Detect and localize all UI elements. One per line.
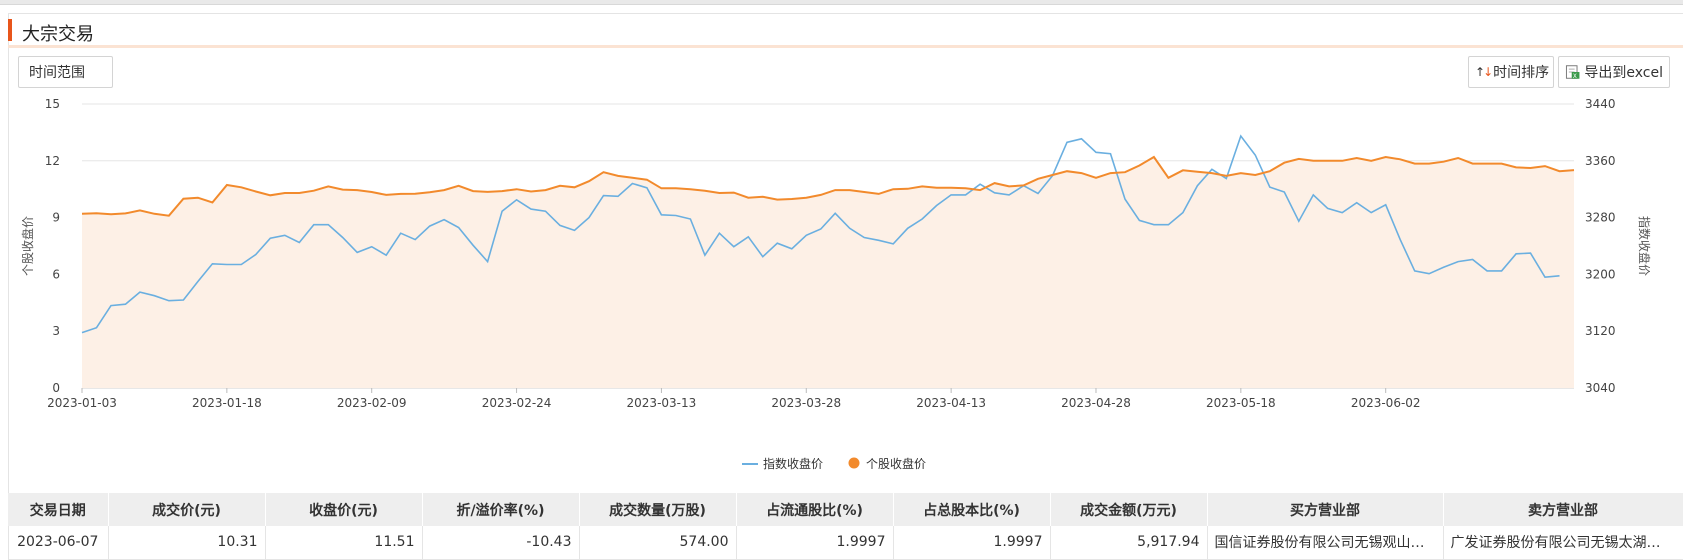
cell-trade-date: 2023-06-07 — [8, 526, 109, 560]
x-axis-tick: 2023-01-18 — [192, 396, 262, 410]
col-header-premium-rate[interactable]: 折/溢价率(%) — [422, 493, 580, 526]
x-axis-tick: 2023-06-02 — [1351, 396, 1421, 410]
block-trade-table: 交易日期 成交价(元) 收盘价(元) 折/溢价率(%) 成交数量(万股) 占流通… — [8, 493, 1683, 560]
col-header-close-price[interactable]: 收盘价(元) — [265, 493, 423, 526]
price-chart: 0 3 6 9 12 15 3040 3120 3200 3280 3360 3440 2023-01-… — [20, 97, 1652, 471]
left-axis-tick: 15 — [45, 97, 60, 111]
col-header-volume[interactable]: 成交数量(万股) — [579, 493, 737, 526]
legend-item-stock[interactable]: 个股收盘价 — [848, 456, 927, 471]
right-axis-tick: 3200 — [1585, 267, 1616, 281]
cell-volume: 574.00 — [579, 526, 737, 560]
time-range-button[interactable]: 时间范围 — [18, 56, 113, 88]
col-header-total-ratio[interactable]: 占总股本比(%) — [893, 493, 1051, 526]
cell-trade-price: 10.31 — [108, 526, 266, 560]
left-axis-tick: 3 — [52, 324, 60, 338]
right-axis-tick: 3040 — [1585, 381, 1616, 395]
legend-stock-label: 个股收盘价 — [866, 456, 926, 471]
cell-total-ratio: 1.9997 — [893, 526, 1051, 560]
col-header-buyer[interactable]: 买方营业部 — [1207, 493, 1444, 526]
col-header-amount[interactable]: 成交金额(万元) — [1050, 493, 1208, 526]
export-excel-button[interactable]: X 导出到excel — [1558, 56, 1670, 88]
top-border — [0, 0, 1683, 5]
x-axis-tick: 2023-04-13 — [916, 396, 986, 410]
cell-premium-rate: -10.43 — [422, 526, 580, 560]
col-header-seller[interactable]: 卖方营业部 — [1443, 493, 1683, 526]
right-axis-tick: 3440 — [1585, 97, 1616, 111]
svg-text:X: X — [1573, 74, 1577, 80]
time-sort-button[interactable]: ↑↓ 时间排序 — [1468, 56, 1554, 88]
x-axis-tick: 2023-01-03 — [47, 396, 117, 410]
right-axis-tick: 3120 — [1585, 324, 1616, 338]
x-axis-tick: 2023-05-18 — [1206, 396, 1276, 410]
time-sort-label: 时间排序 — [1493, 65, 1550, 81]
left-axis-tick: 0 — [52, 381, 60, 395]
cell-buyer: 国信证券股份有限公司无锡观山路… — [1207, 526, 1444, 560]
excel-file-icon: X — [1565, 65, 1580, 80]
legend-stock-swatch — [848, 457, 860, 469]
x-axis-tick: 2023-03-13 — [627, 396, 697, 410]
col-header-trade-price[interactable]: 成交价(元) — [108, 493, 266, 526]
time-range-label: 时间范围 — [29, 65, 85, 81]
x-axis-tick: 2023-02-09 — [337, 396, 407, 410]
col-header-float-ratio[interactable]: 占流通股比(%) — [736, 493, 894, 526]
left-axis-tick: 6 — [52, 267, 60, 281]
cell-close-price: 11.51 — [265, 526, 423, 560]
legend-index-label: 指数收盘价 — [763, 456, 823, 471]
legend-item-index[interactable]: 指数收盘价 — [742, 456, 823, 471]
cell-amount: 5,917.94 — [1050, 526, 1208, 560]
col-header-trade-date[interactable]: 交易日期 — [8, 493, 109, 526]
left-axis-tick: 12 — [45, 154, 60, 168]
x-axis-tick: 2023-03-28 — [771, 396, 841, 410]
right-axis-tick: 3280 — [1585, 211, 1616, 225]
cell-seller: 广发证券股份有限公司无锡太湖… — [1443, 526, 1683, 560]
cell-float-ratio: 1.9997 — [736, 526, 894, 560]
title-accent-bar — [8, 19, 12, 41]
section-header: 大宗交易 — [8, 14, 1683, 48]
left-axis-tick: 9 — [52, 211, 60, 225]
right-axis-tick: 3360 — [1585, 154, 1616, 168]
x-axis-tick: 2023-04-28 — [1061, 396, 1131, 410]
sort-arrows-icon: ↑↓ — [1475, 65, 1493, 79]
x-axis-tick: 2023-02-24 — [482, 396, 552, 410]
page-title: 大宗交易 — [22, 24, 94, 45]
export-excel-label: 导出到excel — [1584, 65, 1663, 81]
left-axis-title: 个股收盘价 — [20, 216, 35, 276]
right-axis-title: 指数收盘价 — [1637, 216, 1652, 276]
chart-legend: 指数收盘价 个股收盘价 — [742, 456, 926, 471]
table-header-row: 交易日期 成交价(元) 收盘价(元) 折/溢价率(%) 成交数量(万股) 占流通… — [8, 493, 1683, 526]
table-row: 2023-06-07 10.31 11.51 -10.43 574.00 1.9… — [8, 526, 1683, 560]
